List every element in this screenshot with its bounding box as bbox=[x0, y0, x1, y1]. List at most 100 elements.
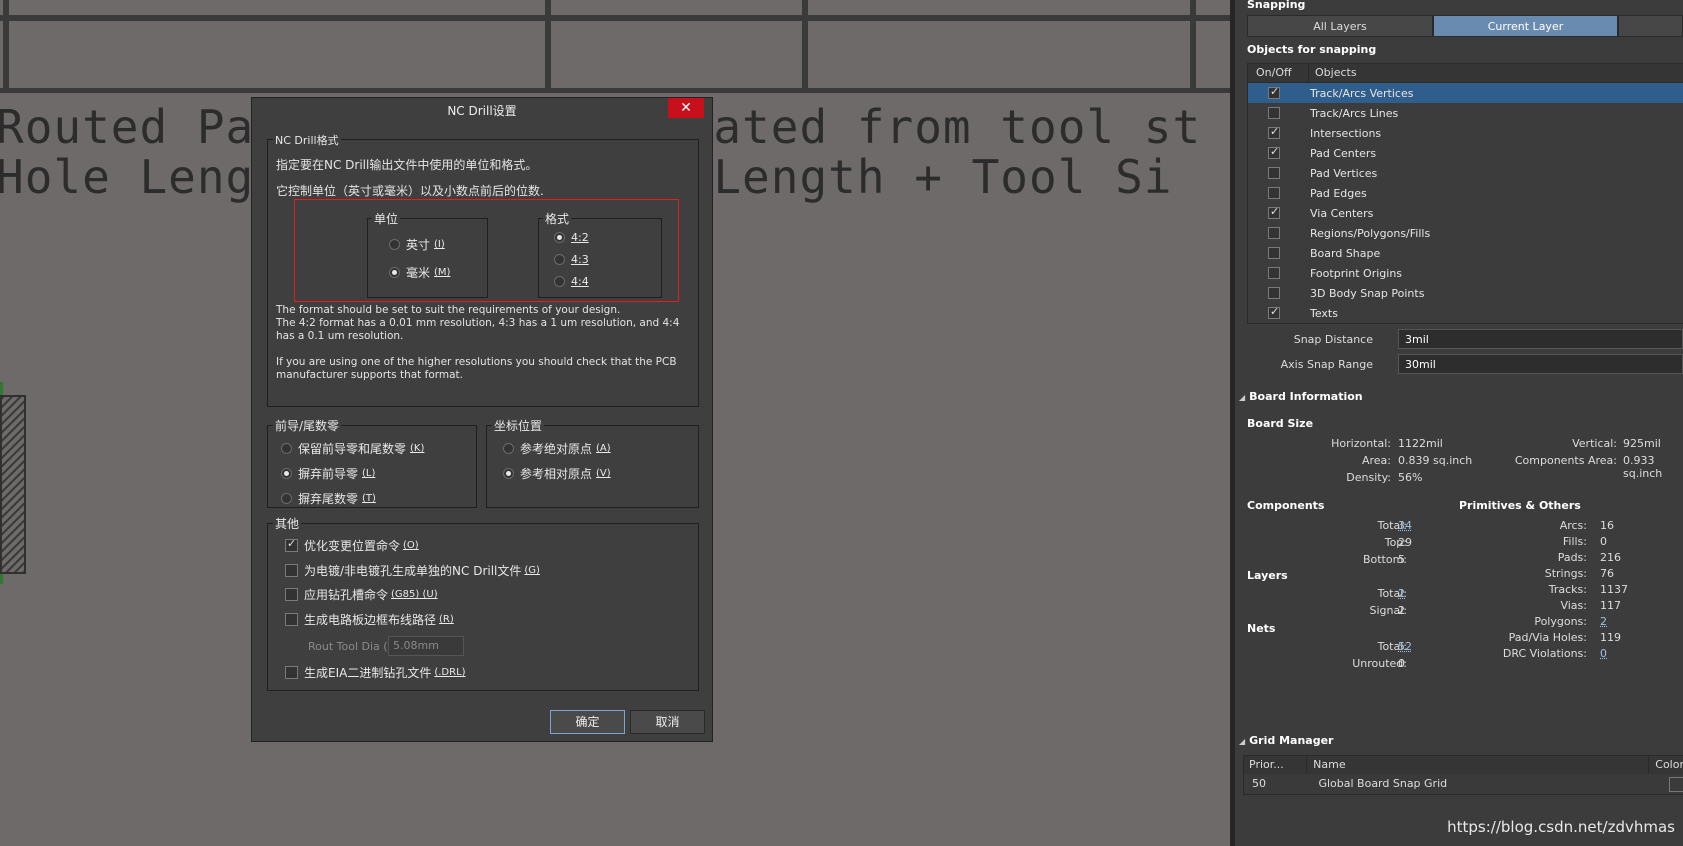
checkbox-icon[interactable] bbox=[1268, 267, 1280, 279]
format-description-2: 它控制单位（英寸或毫米）以及小数点前后的位数. bbox=[276, 184, 544, 198]
snap-object-row[interactable]: Track/Arcs Vertices bbox=[1248, 83, 1683, 103]
checkbox-checked-icon[interactable] bbox=[1268, 205, 1280, 219]
radio-suppress-trailing[interactable]: 摒弃尾数零 (T) bbox=[281, 490, 376, 507]
radio-selected-icon bbox=[554, 232, 565, 243]
primitive-value-link[interactable]: 0 bbox=[1600, 647, 1607, 660]
snap-object-row[interactable]: Regions/Polygons/Fills bbox=[1248, 223, 1683, 243]
radio-mm[interactable]: 毫米 (M) bbox=[389, 264, 450, 281]
axis-snap-input[interactable]: 30mil bbox=[1398, 354, 1683, 374]
primitive-value: 76 bbox=[1600, 567, 1614, 580]
eia-binary-label: 生成EIA二进制钻孔文件 bbox=[304, 666, 432, 680]
snap-object-row[interactable]: Intersections bbox=[1248, 123, 1683, 143]
rout-tool-dia-input[interactable]: 5.08mm bbox=[388, 636, 464, 656]
primitive-value-link[interactable]: 2 bbox=[1600, 615, 1607, 628]
units-group bbox=[367, 218, 488, 298]
snap-object-checkbox-cell bbox=[1248, 107, 1300, 119]
coordinate-label: 坐标位置 bbox=[492, 417, 545, 434]
snap-object-row[interactable]: Texts bbox=[1248, 303, 1683, 323]
absolute-origin-label: 参考绝对原点 bbox=[520, 442, 593, 456]
collapse-triangle-icon[interactable]: ◢ bbox=[1239, 737, 1245, 746]
col-objects[interactable]: Objects bbox=[1309, 64, 1357, 82]
optimize-shortcut: (O) bbox=[403, 540, 419, 551]
cancel-button[interactable]: 取消 bbox=[630, 710, 705, 734]
snap-object-label: Track/Arcs Vertices bbox=[1310, 86, 1414, 100]
nets-header: Nets bbox=[1247, 622, 1276, 635]
snap-object-row[interactable]: Board Shape bbox=[1248, 243, 1683, 263]
checkbox-checked-icon[interactable] bbox=[1268, 305, 1280, 319]
snap-object-row[interactable]: Via Centers bbox=[1248, 203, 1683, 223]
snap-object-label: 3D Body Snap Points bbox=[1310, 286, 1425, 300]
snap-object-checkbox-cell bbox=[1248, 267, 1300, 279]
ok-button[interactable]: 确定 bbox=[550, 710, 625, 734]
layers-total-link[interactable]: 2 bbox=[1398, 587, 1405, 600]
snap-distance-input[interactable]: 3mil bbox=[1398, 329, 1683, 349]
components-area-label: Components Area: bbox=[1514, 454, 1617, 467]
snap-object-row[interactable]: Pad Vertices bbox=[1248, 163, 1683, 183]
radio-mm-label: 毫米 bbox=[406, 266, 431, 280]
radio-inch[interactable]: 英寸 (I) bbox=[389, 236, 445, 253]
checkbox-separate-plated-files[interactable]: 为电镀/非电镀孔生成单独的NC Drill文件 (G) bbox=[285, 562, 540, 579]
radio-format-4-3[interactable]: 4:3 bbox=[554, 253, 589, 266]
separate-plated-shortcut: (G) bbox=[524, 565, 540, 576]
checkbox-checked-icon[interactable] bbox=[1268, 85, 1280, 99]
checkbox-icon[interactable] bbox=[1268, 187, 1280, 199]
grid-manager-section[interactable]: ◢ Grid Manager bbox=[1239, 734, 1333, 747]
grid-color-swatch[interactable] bbox=[1669, 777, 1683, 792]
primitive-label: Polygons: bbox=[1534, 615, 1587, 628]
density-label: Density: bbox=[1346, 471, 1391, 484]
primitive-value: 119 bbox=[1600, 631, 1621, 644]
radio-absolute-origin[interactable]: 参考绝对原点 (A) bbox=[503, 440, 611, 457]
snap-object-row[interactable]: Pad Centers bbox=[1248, 143, 1683, 163]
checkbox-eia-binary[interactable]: 生成EIA二进制钻孔文件 (.DRL) bbox=[285, 664, 466, 681]
snap-object-checkbox-cell bbox=[1248, 305, 1300, 319]
layers-header: Layers bbox=[1247, 569, 1288, 582]
nets-total-link[interactable]: 52 bbox=[1398, 640, 1412, 653]
current-layer-button[interactable]: Current Layer bbox=[1433, 15, 1618, 37]
eia-binary-shortcut: (.DRL) bbox=[434, 667, 466, 678]
suppress-leading-label: 摒弃前导零 bbox=[298, 467, 359, 481]
col-priority[interactable]: Prior... bbox=[1244, 756, 1308, 774]
checkbox-optimize-change-location[interactable]: 优化变更位置命令(O) bbox=[285, 537, 419, 554]
checkbox-checked-icon[interactable] bbox=[1268, 125, 1280, 139]
segment-extra-button[interactable] bbox=[1618, 15, 1683, 37]
radio-relative-origin[interactable]: 参考相对原点 (V) bbox=[503, 465, 611, 482]
primitive-value: 1137 bbox=[1600, 583, 1628, 596]
snap-object-checkbox-cell bbox=[1248, 145, 1300, 159]
checkbox-icon[interactable] bbox=[1268, 247, 1280, 259]
collapse-triangle-icon[interactable]: ◢ bbox=[1239, 393, 1245, 402]
col-onoff[interactable]: On/Off bbox=[1248, 64, 1309, 82]
snap-object-row[interactable]: Footprint Origins bbox=[1248, 263, 1683, 283]
checkbox-checked-icon[interactable] bbox=[1268, 145, 1280, 159]
col-name[interactable]: Name bbox=[1307, 756, 1650, 774]
checkbox-icon[interactable] bbox=[1268, 107, 1280, 119]
checkbox-board-edge-rout[interactable]: 生成电路板边框布线路径 (R) bbox=[285, 611, 454, 628]
relative-origin-shortcut: (V) bbox=[596, 468, 611, 479]
checkbox-icon[interactable] bbox=[1268, 227, 1280, 239]
radio-format-4-4[interactable]: 4:4 bbox=[554, 275, 589, 288]
density-value: 56% bbox=[1398, 471, 1423, 484]
axis-snap-label: Axis Snap Range bbox=[1280, 358, 1373, 371]
radio-inch-label: 英寸 bbox=[406, 238, 431, 252]
snap-object-row[interactable]: Pad Edges bbox=[1248, 183, 1683, 203]
radio-suppress-leading[interactable]: 摒弃前导零 (L) bbox=[281, 465, 375, 482]
checkbox-drilled-slot-command[interactable]: 应用钻孔槽命令 (G85) (U) bbox=[285, 586, 438, 603]
close-button[interactable]: ✕ bbox=[668, 98, 704, 118]
comp-total-link[interactable]: 34 bbox=[1398, 519, 1412, 532]
checkbox-icon[interactable] bbox=[1268, 167, 1280, 179]
snap-object-row[interactable]: Track/Arcs Lines bbox=[1248, 103, 1683, 123]
units-label: 单位 bbox=[372, 210, 401, 227]
radio-format-4-2[interactable]: 4:2 bbox=[554, 231, 589, 244]
grid-row[interactable]: 50 Global Board Snap Grid bbox=[1244, 774, 1683, 794]
col-color[interactable]: Color bbox=[1649, 756, 1683, 774]
all-layers-button[interactable]: All Layers bbox=[1247, 15, 1433, 37]
checkbox-icon[interactable] bbox=[1268, 287, 1280, 299]
snap-object-checkbox-cell bbox=[1248, 167, 1300, 179]
board-information-section[interactable]: ◢ Board Information bbox=[1239, 390, 1363, 403]
zeros-label: 前导/尾数零 bbox=[273, 417, 342, 434]
radio-icon bbox=[554, 254, 565, 265]
grid-table-header: Prior... Name Color bbox=[1244, 756, 1683, 774]
radio-keep-zeros[interactable]: 保留前导零和尾数零 (K) bbox=[281, 440, 424, 457]
snap-object-row[interactable]: 3D Body Snap Points bbox=[1248, 283, 1683, 303]
horizontal-label: Horizontal: bbox=[1331, 437, 1391, 450]
snap-distance-row: Snap Distance 3mil bbox=[1235, 329, 1683, 351]
